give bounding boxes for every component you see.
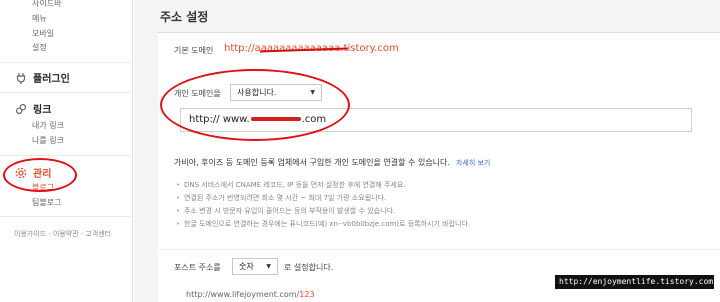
post-address-select[interactable]: 숫자 ▼ [232,258,278,275]
post-address-example-number: 123 [299,290,315,299]
sidebar-item-settings[interactable]: 설정 [32,42,47,53]
note-item: 주소 변경 시 방문자 유입이 줄어드는 등의 부작용이 발생할 수 있습니다. [176,205,470,218]
post-address-label: 포스트 주소를 [174,263,221,272]
domain-description: 가비아, 후이즈 등 도메인 등록 업체에서 구입한 개인 도메인을 연결할 수… [174,157,490,168]
sidebar-item-menu[interactable]: 메뉴 [32,13,47,24]
basic-domain-label: 기본 도메인 [174,46,214,55]
watermark: http://enjoymentlife.tistory.com [555,275,714,289]
sidebar: 사이드바 메뉴 모바일 설정 플러그인 링크 내가 링크 나를 링크 관리 블로… [0,0,133,302]
sidebar-divider [0,62,132,63]
sidebar-footer-links[interactable]: 이용가이드 · 이용약관 · 고객센터 [14,229,111,239]
details-link[interactable]: 자세히 보기 [456,159,490,167]
note-item: 연결된 주소가 반영되려면 최소 몇 시간 ~ 최대 7일 가량 소요됩니다. [176,192,470,205]
caret-down-icon: ▼ [266,263,271,270]
annotation-circle-manage [3,158,77,192]
sidebar-item-sidebar[interactable]: 사이드바 [32,0,61,9]
sidebar-item-team-blog[interactable]: 팀블로그 [32,197,61,208]
note-item: DNS 서비스에서 CNAME 레코드, IP 등을 먼저 설정한 후에 연결해… [176,179,470,192]
post-address-select-value: 숫자 [239,262,254,271]
sidebar-divider [0,216,132,217]
section-divider [158,249,720,250]
sidebar-item-plugin-label: 플러그인 [33,74,70,85]
sidebar-item-plugin[interactable]: 플러그인 [14,70,70,85]
sidebar-item-link[interactable]: 링크 [14,101,51,116]
domain-description-text: 가비아, 후이즈 등 도메인 등록 업체에서 구입한 개인 도메인을 연결할 수… [174,158,450,167]
domain-notes: DNS 서비스에서 CNAME 레코드, IP 등을 먼저 설정한 후에 연결해… [176,179,470,231]
annotation-circle-personal-domain [160,69,350,141]
sidebar-item-my-links[interactable]: 내가 링크 [32,120,64,131]
sidebar-divider [0,155,132,156]
plug-icon [14,71,27,84]
main-content: 주소 설정 기본 도메인 http://aaaaaaaaaaaaaa.tisto… [134,0,720,302]
post-address-example-prefix: http://www.lifejoyment.com/ [186,290,300,299]
sidebar-item-mobile[interactable]: 모바일 [32,28,54,39]
post-address-suffix: 로 설정합니다. [284,263,334,272]
note-item: 한글 도메인으로 연결하는 경우에는 퓨니코드(예) xn--vb0b0bzje… [176,218,470,231]
sidebar-divider [0,92,132,93]
page-title: 주소 설정 [160,10,209,24]
link-icon [14,102,27,115]
sidebar-item-link-label: 링크 [33,105,52,116]
post-address-example: http://www.lifejoyment.com/123 [186,290,315,299]
sidebar-item-links-to-me[interactable]: 나를 링크 [32,135,64,146]
